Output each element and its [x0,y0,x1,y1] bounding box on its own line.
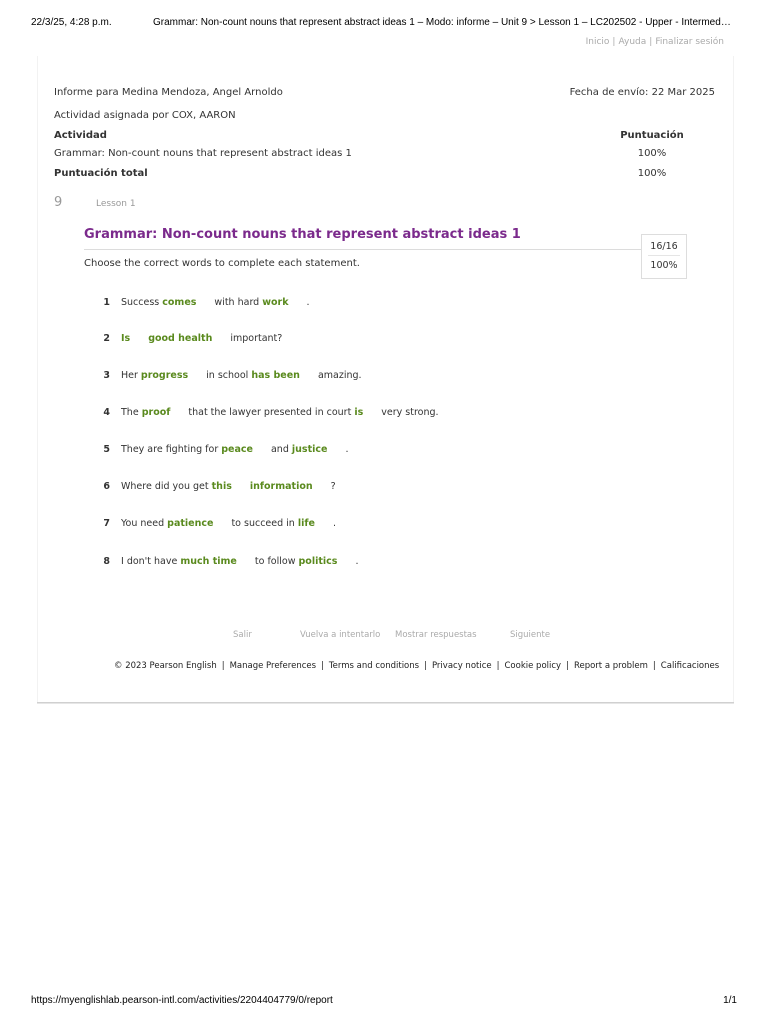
sentence-text: You need [121,518,168,529]
sentence-text: The [121,407,142,418]
footer-link-report-problem[interactable]: Report a problem [574,661,648,671]
print-url: https://myenglishlab.pearson-intl.com/ac… [31,995,333,1006]
answer-word: good health [148,333,213,344]
report-for: Informe para Medina Mendoza, Angel Arnol… [54,87,283,98]
activity-score-box: 16/16 100% [641,234,687,279]
answer-word: life [297,518,315,529]
footer-separator: | [566,661,569,671]
retry-button[interactable]: Vuelva a intentarlo [300,630,380,640]
lesson-label: Lesson 1 [96,199,136,209]
answer-word: information [249,481,313,492]
print-datetime: 22/3/25, 4:28 p.m. [31,17,112,28]
top-nav: Inicio | Ayuda | Finalizar sesión [586,37,724,47]
report-sent-date: Fecha de envío: 22 Mar 2025 [569,87,715,98]
question-number: 5 [103,444,110,455]
report-activity-score: 100% [637,148,667,159]
footer-separator: | [221,661,225,671]
answer-word: much time [180,556,237,567]
question-number: 4 [103,407,110,418]
footer-link-cookie-policy[interactable]: Cookie policy [505,661,562,671]
question-number: 1 [103,297,110,308]
question-number: 6 [103,481,110,492]
activity-instructions: Choose the correct words to complete eac… [84,258,360,269]
answer-word: patience [167,518,214,529]
col-activity-header: Actividad [54,130,107,141]
show-answers-button[interactable]: Mostrar respuestas [395,630,477,640]
question-sentence: I don't have much time to follow politics… [121,556,358,567]
activity-title: Grammar: Non-count nouns that represent … [84,227,521,242]
total-score-value: 100% [637,168,667,179]
footer-link-manage-preferences[interactable]: Manage Preferences [230,661,316,671]
score-percent: 100% [650,260,678,271]
question-sentence: You need patience to succeed in life. [121,518,336,529]
site-footer: © 2023 Pearson English | Manage Preference… [114,661,719,671]
sentence-text: Success [121,297,163,308]
title-divider [84,249,684,250]
answer-word: comes [162,297,197,308]
footer-link-privacy[interactable]: Privacy notice [432,661,492,671]
sentence-text: . [332,518,336,529]
question-sentence: Success comes with hard work. [121,297,310,308]
answer-word: peace [221,444,253,455]
score-fraction: 16/16 [648,235,680,256]
sentence-text: with hard [214,297,263,308]
print-title: Grammar: Non-count nouns that represent … [153,17,733,28]
print-page-number: 1/1 [723,995,737,1006]
sentence-text: . [355,556,359,567]
print-footer: https://myenglishlab.pearson-intl.com/ac… [0,995,768,1009]
report-activity-name: Grammar: Non-count nouns that represent … [54,148,352,159]
footer-separator: | [652,661,656,671]
footer-separator: | [321,661,324,671]
question-number: 7 [103,518,110,529]
sentence-text: and [270,444,292,455]
total-score-label: Puntuación total [54,168,148,179]
question-sentence: The proof that the lawyer presented in co… [121,407,439,418]
answer-word: progress [140,370,189,381]
sentence-text: . [345,444,349,455]
sentence-text: I don't have [121,556,181,567]
footer-separator: | [496,661,500,671]
sentence-text: in school [206,370,252,381]
col-score-header: Puntuación [620,130,684,141]
footer-separator: | [424,661,427,671]
sentence-text: important? [230,333,283,344]
question-number: 3 [103,370,110,381]
answer-word: is [354,407,364,418]
unit-number: 9 [54,195,63,210]
exit-button[interactable]: Salir [233,630,252,640]
question-number: 8 [103,556,110,567]
question-number: 2 [103,333,110,344]
question-sentence: Her progress in school has been amazing. [121,370,362,381]
answer-word: Is [121,333,131,344]
sentence-text: . [306,297,310,308]
answer-word: politics [298,556,338,567]
sentence-text: Her [121,370,141,381]
sentence-text: that the lawyer presented in court [188,407,355,418]
sentence-text: Where did you get [121,481,212,492]
answer-word: proof [141,407,171,418]
print-header: 22/3/25, 4:28 p.m. Grammar: Non-count no… [0,17,768,31]
nav-logout-link[interactable]: Finalizar sesión [655,37,724,47]
sentence-text: amazing. [317,370,362,381]
next-button[interactable]: Siguiente [510,630,550,640]
sentence-text: to follow [254,556,299,567]
footer-link-terms[interactable]: Terms and conditions [329,661,419,671]
question-sentence: They are fighting for peace and justice. [121,444,348,455]
footer-copyright: © 2023 Pearson English [114,661,217,671]
answer-word: this [211,481,232,492]
report-assigned-by: Actividad asignada por COX, AARON [54,110,236,121]
question-sentence: Where did you get this information? [121,481,336,492]
question-sentence: Is good health important? [121,333,282,344]
nav-separator: | [649,37,653,47]
sentence-text: to succeed in [231,518,298,529]
answer-word: has been [251,370,300,381]
sentence-text: ? [330,481,336,492]
answer-word: work [262,297,289,308]
nav-home-link[interactable]: Inicio [586,37,610,47]
nav-help-link[interactable]: Ayuda [618,37,646,47]
answer-word: justice [291,444,328,455]
footer-link-grades[interactable]: Calificaciones [661,661,719,671]
sentence-text: They are fighting for [121,444,222,455]
sentence-text: very strong. [381,407,439,418]
